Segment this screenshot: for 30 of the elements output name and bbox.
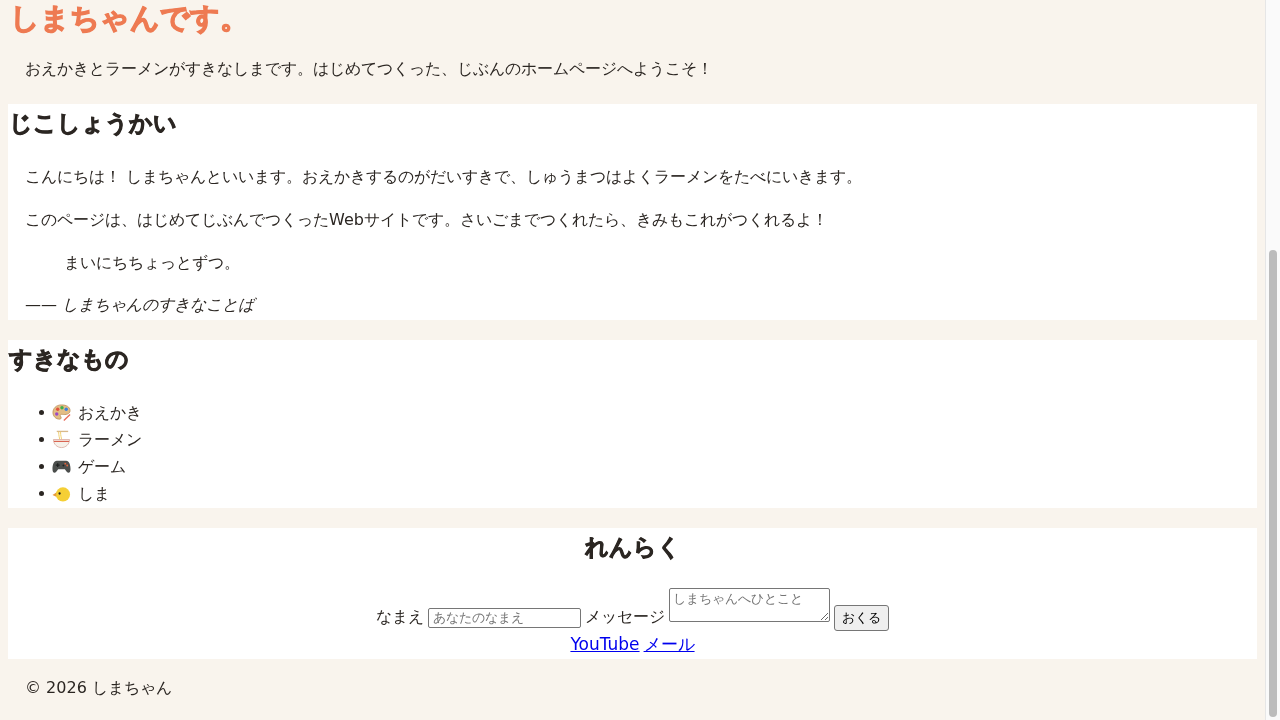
field-label: メッセージ: [585, 607, 665, 626]
noodle-bowl-icon: [52, 430, 71, 449]
send-button[interactable]: おくる: [834, 605, 889, 631]
section-heading: じこしょうかい: [8, 109, 178, 138]
chick-icon: [52, 484, 71, 503]
bullet-icon: [39, 437, 44, 442]
bullet-icon: [39, 464, 44, 469]
contact-link[interactable]: メール: [643, 634, 695, 654]
quote-citation: —— しまちゃんのすきなことば: [24, 294, 258, 316]
paragraph: こんにちは！ しまちゃんといいます。おえかきするのがだいすきで、しゅうまつはよくラーメンをたべにいきます。: [24, 166, 864, 188]
palette-icon: [52, 403, 71, 422]
site-title: しまちゃんです。: [9, 0, 249, 36]
quote-text: まいにちちょっとずつ。: [63, 252, 241, 274]
scrollbar-thumb[interactable]: [1269, 250, 1277, 717]
bullet-icon: [39, 491, 44, 496]
field-label: なまえ: [376, 607, 424, 626]
message-textarea[interactable]: しまちゃんへひとこと: [669, 588, 830, 622]
paragraph: このページは、はじめてじぶんでつくったWebサイトです。さいごまでつくれたら、きみもこれがつくれるよ！: [24, 209, 829, 231]
list-item-text: ゲーム: [78, 455, 126, 478]
scrollbar[interactable]: [1265, 0, 1280, 720]
name-input[interactable]: あなたのなまえ: [428, 607, 581, 628]
section-heading: すきなもの: [8, 345, 130, 374]
copyright-text: © 2026 しまちゃん: [24, 677, 173, 699]
list-item-text: おえかき: [78, 401, 142, 424]
contact-link[interactable]: YouTube: [570, 634, 640, 654]
section-heading: れんらく: [584, 533, 682, 562]
bullet-icon: [39, 410, 44, 415]
list-item-text: ラーメン: [78, 428, 142, 451]
intro-text: おえかきとラーメンがすきなしまです。はじめてつくった、じぶんのホームページへようこそ！: [24, 58, 714, 80]
list-item-text: しま: [78, 482, 110, 505]
